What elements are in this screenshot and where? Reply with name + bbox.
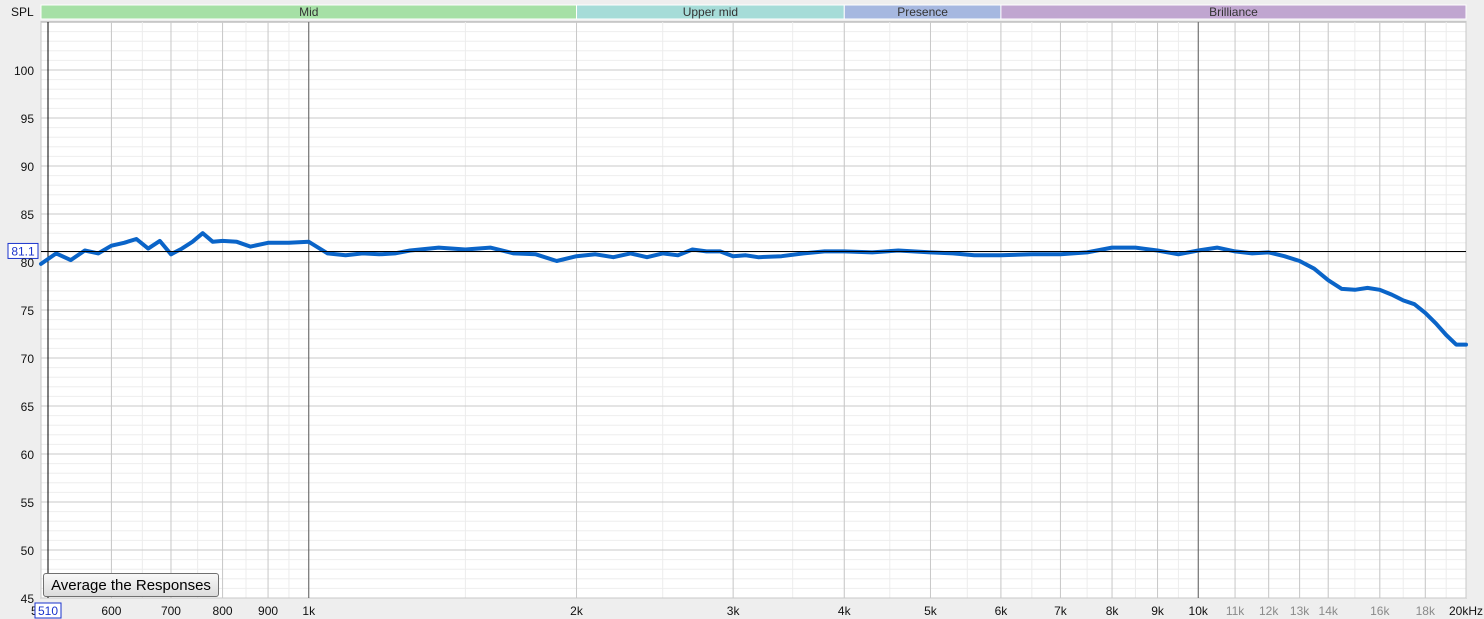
y-tick-label: 65 [21,400,35,414]
x-tick-label: 5k [924,604,938,618]
x-tick-label: 14k [1319,604,1339,618]
y-axis-label: SPL [11,5,34,19]
y-tick-label: 60 [21,448,35,462]
y-tick-label: 70 [21,352,35,366]
x-tick-label: 600 [101,604,121,618]
x-tick-label: 1k [302,604,316,618]
y-tick-label: 95 [21,112,35,126]
band-label-2: Presence [897,5,948,19]
x-tick-label: 700 [161,604,181,618]
frequency-band-strip: Mid Upper mid Presence Brilliance [40,4,1467,20]
x-tick-label: 8k [1106,604,1120,618]
y-tick-label: 85 [21,208,35,222]
x-tick-label: 800 [213,604,233,618]
x-tick-label: 3k [727,604,741,618]
y-tick-label: 80 [21,256,35,270]
y-tick-label: 100 [14,64,34,78]
x-tick-label: 12k [1259,604,1279,618]
band-label-3: Brilliance [1209,5,1258,19]
y-tick-label: 50 [21,544,35,558]
x-tick-label: 2k [570,604,584,618]
average-responses-button[interactable]: Average the Responses [43,573,219,597]
x-axis-ticks: 5 600 700 800 900 1k 2k 3k 4k 5k 6k 7k 8k 9k 10k 11k 12k… [31,602,1483,619]
x-tick-label: 18k [1416,604,1436,618]
x-tick-label: 4k [838,604,852,618]
band-label-0: Mid [299,5,318,19]
start-frequency-label: 510 [38,604,58,618]
x-tick-label: 9k [1151,604,1165,618]
y-tick-label: 55 [21,496,35,510]
x-tick-label: 16k [1370,604,1390,618]
band-label-1: Upper mid [683,5,738,19]
x-tick-label: 20kHz [1449,604,1483,618]
y-tick-label: 75 [21,304,35,318]
x-tick-label: 11k [1226,604,1245,618]
x-tick-label: 13k [1290,604,1310,618]
x-tick-label: 10k [1189,604,1209,618]
y-axis-ticks: 4550556065707580859095100 [14,64,34,606]
frequency-response-chart: Mid Upper mid Presence Brilliance SPL 81.1 … [7,4,1483,619]
x-tick-label: 900 [258,604,278,618]
x-tick-label: 6k [995,604,1009,618]
x-tick-label: 7k [1054,604,1068,618]
y-tick-label: 90 [21,160,35,174]
